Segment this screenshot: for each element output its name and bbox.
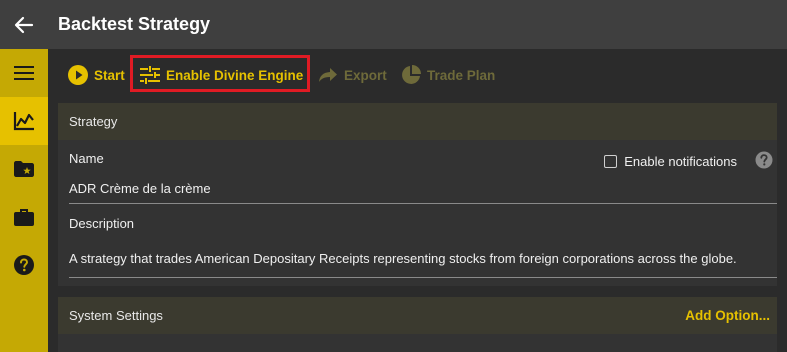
folder-star-icon (14, 161, 34, 177)
page-title: Backtest Strategy (58, 14, 211, 34)
sidebar-item-portfolio[interactable] (0, 193, 48, 241)
help-circle-icon (14, 255, 34, 275)
help-button[interactable] (755, 151, 773, 169)
sidebar (0, 49, 48, 352)
checkbox-box[interactable] (604, 155, 618, 168)
add-option-button[interactable]: Add Option... (685, 297, 770, 334)
arrow-left-icon (14, 16, 34, 33)
description-label: Description (69, 216, 135, 231)
help-circle-icon (755, 151, 773, 169)
export-button[interactable]: Export (318, 63, 387, 87)
chart-icon (13, 112, 34, 131)
enable-notifications-label: Enable notifications (624, 154, 737, 169)
briefcase-icon (14, 209, 34, 226)
system-settings-panel: System Settings Add Option... (58, 297, 777, 352)
sidebar-item-help[interactable] (0, 241, 48, 289)
system-settings-header: System Settings Add Option... (58, 297, 777, 334)
highlight-box (130, 55, 310, 92)
strategy-header: Strategy (58, 103, 777, 140)
menu-icon (14, 66, 34, 80)
share-arrow-icon (319, 68, 337, 82)
title-bar: Backtest Strategy (0, 0, 787, 49)
name-field-underline (69, 203, 777, 204)
description-field[interactable]: A strategy that trades American Deposita… (69, 251, 777, 266)
description-field-underline (69, 277, 777, 278)
enable-notifications-checkbox[interactable]: Enable notifications (604, 154, 737, 169)
main-content: Start Enable Divine Engine Export Trade … (48, 49, 787, 352)
toolbar: Start Enable Divine Engine Export Trade … (48, 49, 787, 100)
start-button[interactable]: Start (68, 63, 125, 87)
strategy-panel: Strategy Name Enable notifications ADR C… (58, 103, 777, 286)
name-field[interactable]: ADR Crème de la crème (69, 181, 211, 196)
sidebar-item-charts[interactable] (0, 97, 48, 145)
sidebar-item-favorites[interactable] (0, 145, 48, 193)
name-label: Name (69, 151, 104, 166)
pie-chart-icon (402, 65, 421, 84)
trade-plan-button[interactable]: Trade Plan (401, 63, 495, 87)
play-circle-icon (68, 65, 88, 85)
sidebar-item-menu[interactable] (0, 49, 48, 97)
system-settings-title: System Settings (69, 308, 163, 323)
back-button[interactable] (0, 0, 48, 49)
